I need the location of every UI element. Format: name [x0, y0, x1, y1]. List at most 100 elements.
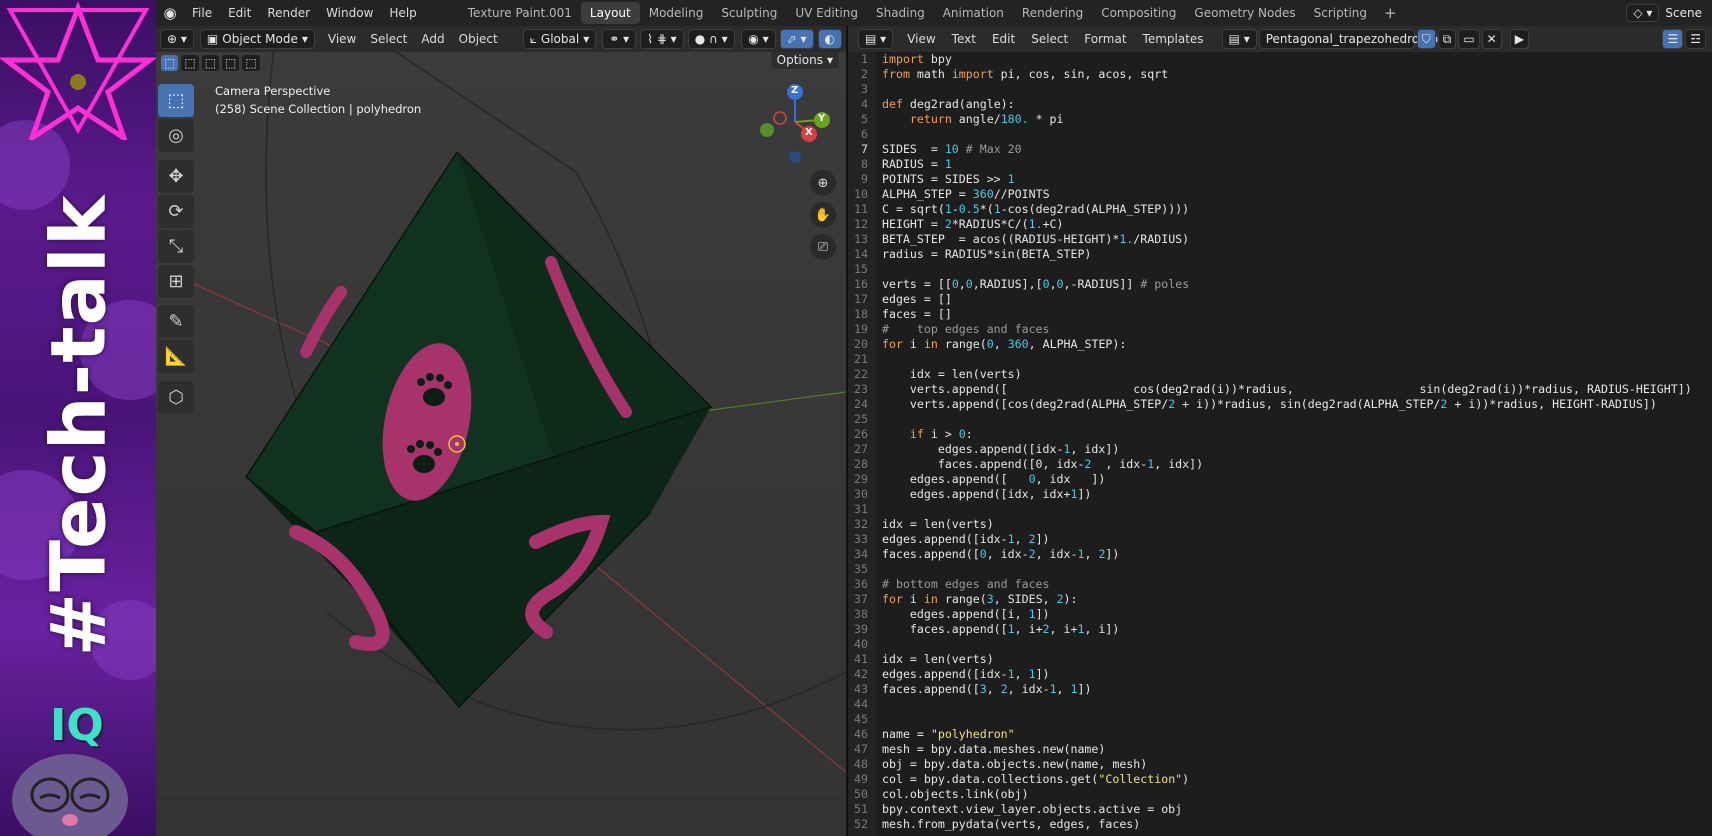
text-menu-select[interactable]: Select — [1023, 32, 1076, 46]
viewport-menu-view[interactable]: View — [321, 32, 363, 46]
visibility-dropdown[interactable]: ◉ ▾ — [741, 29, 776, 49]
text-menu-templates[interactable]: Templates — [1135, 32, 1212, 46]
text-menu-edit[interactable]: Edit — [984, 32, 1023, 46]
overlay-toggle[interactable]: ◐ — [817, 29, 842, 49]
code-line: 20 for i in range(0, 360, ALPHA_STEP): — [848, 337, 1712, 352]
text-editor[interactable]: 1 import bpy 2 from math import pi, cos, si… — [848, 52, 1712, 836]
code-token: ]) — [1077, 487, 1092, 501]
text-editor-menu: View Text Edit Select Format Templates — [899, 32, 1211, 46]
add-workspace-button[interactable]: + — [1376, 4, 1405, 22]
annotate-tool[interactable]: ✎ — [158, 305, 194, 339]
viewport-menu-object[interactable]: Object — [452, 32, 505, 46]
filename-field[interactable]: Pentagonal_trapezohedron.py — [1258, 29, 1445, 49]
add-cube-tool[interactable]: ⬡ — [158, 381, 194, 415]
unlink-text-icon[interactable]: ✕ — [1481, 29, 1502, 49]
tab-modeling[interactable]: Modeling — [640, 2, 713, 24]
zoom-icon[interactable]: ⊕ — [810, 170, 836, 196]
line-numbers-toggle[interactable]: ☰ — [1662, 29, 1684, 49]
code-token: : — [965, 427, 973, 441]
scene-selector[interactable]: ◇ ▾ Scene — [1626, 4, 1712, 22]
tab-shading[interactable]: Shading — [867, 2, 934, 24]
pivot-dropdown[interactable]: ⚭ ▾ — [602, 29, 637, 49]
code-token: edges.append([idx- — [882, 667, 1008, 681]
tab-texture-paint-001[interactable]: Texture Paint.001 — [459, 2, 581, 24]
word-wrap-toggle[interactable]: ☲ — [1685, 29, 1706, 49]
code-token: 0 — [1028, 472, 1036, 486]
new-text-icon[interactable]: ⧉ — [1437, 29, 1457, 49]
line-number: 11 — [854, 202, 868, 216]
scale-tool[interactable]: ⤡ — [158, 229, 194, 263]
transform-orientation-dropdown[interactable]: ⟀ Global ▾ — [522, 29, 597, 49]
tab-uv-editing[interactable]: UV Editing — [786, 2, 867, 24]
code-token: ]) — [1077, 682, 1092, 696]
select-new-icon[interactable]: ⬚ — [160, 54, 180, 72]
tab-animation[interactable]: Animation — [934, 2, 1013, 24]
options-dropdown[interactable]: Options ▾ — [769, 52, 840, 70]
code-token: 2 — [944, 217, 952, 231]
tab-sculpting[interactable]: Sculpting — [712, 2, 786, 24]
text-browse-dropdown[interactable]: ▤ ▾ — [1221, 29, 1257, 49]
menu-help[interactable]: Help — [381, 0, 424, 26]
code-line: 18 faces = [] — [848, 307, 1712, 322]
line-number: 9 — [861, 172, 868, 186]
line-number: 27 — [854, 442, 868, 456]
object-mode-dropdown[interactable]: ▣ Object Mode ▾ — [199, 29, 315, 49]
select-extend-icon[interactable]: ⬚ — [180, 54, 200, 72]
select-subtract-icon[interactable]: ⬚ — [200, 54, 221, 72]
line-number: 49 — [854, 772, 868, 786]
code-token: + i))*radius, HEIGHT-RADIUS]) — [1447, 397, 1657, 411]
code-token: ,RADIUS],[ — [972, 277, 1043, 291]
code-token: 1 — [1007, 532, 1015, 546]
tab-layout[interactable]: Layout — [580, 2, 640, 24]
tab-geometry-nodes[interactable]: Geometry Nodes — [1185, 2, 1304, 24]
code-line: 23 verts.append([ cos(deg2rad(i))*radius… — [848, 382, 1712, 397]
camera-view-icon[interactable]: ⎚ — [810, 234, 836, 260]
code-token: in — [923, 337, 938, 351]
open-text-icon[interactable]: ▭ — [1458, 29, 1480, 49]
measure-tool[interactable]: 📐 — [158, 340, 194, 374]
transform-tool[interactable]: ⊞ — [158, 264, 194, 298]
tab-scripting[interactable]: Scripting — [1305, 2, 1376, 24]
text-menu-format[interactable]: Format — [1076, 32, 1134, 46]
pan-hand-icon[interactable]: ✋ — [810, 202, 836, 228]
fake-user-toggle[interactable]: ⛉ — [1416, 29, 1436, 49]
proportional-edit-toggle[interactable]: ● ∩ ▾ — [687, 29, 735, 49]
text-menu-text[interactable]: Text — [944, 32, 984, 46]
select-invert-icon[interactable]: ⬚ — [221, 54, 241, 72]
blender-logo-icon[interactable]: ◉ — [156, 4, 184, 22]
chevron-down-icon: ▾ — [826, 53, 833, 67]
code-token: +C) — [1042, 217, 1064, 231]
editor-type-dropdown[interactable]: ⊕ ▾ — [160, 29, 194, 49]
code-token: , ALPHA_STEP): — [1028, 337, 1127, 351]
code-line: 25 — [848, 412, 1712, 427]
3d-viewport[interactable]: Z Y X Camera Perspective (258) Scene Col… — [156, 52, 846, 836]
line-number: 25 — [854, 412, 868, 426]
code-token: 2 — [1042, 622, 1050, 636]
snap-toggle[interactable]: ⌇ ⋕ ▾ — [640, 29, 684, 49]
menu-file[interactable]: File — [184, 0, 220, 26]
menu-edit[interactable]: Edit — [220, 0, 259, 26]
code-token: verts.append([ cos(deg2rad(i))*radius, s… — [882, 382, 1692, 396]
viewport-menu-add[interactable]: Add — [414, 32, 451, 46]
scene-icon[interactable]: ◇ ▾ — [1626, 4, 1660, 22]
code-token: 1. — [1028, 217, 1043, 231]
gizmo-toggle[interactable]: ⬀ ▾ — [779, 29, 814, 49]
move-tool[interactable]: ✥ — [158, 159, 194, 193]
select-box-tool[interactable]: ⬚ — [158, 84, 194, 117]
tab-compositing[interactable]: Compositing — [1092, 2, 1185, 24]
editor-type-dropdown[interactable]: ▤ ▾ — [858, 29, 894, 49]
rotate-tool[interactable]: ⟳ — [158, 194, 194, 228]
run-script-icon[interactable]: ▶ — [1509, 29, 1529, 49]
object-mode-icon: ▣ — [206, 32, 219, 46]
tab-rendering[interactable]: Rendering — [1013, 2, 1092, 24]
menu-window[interactable]: Window — [318, 0, 381, 26]
select-intersect-icon[interactable]: ⬚ — [241, 54, 261, 72]
chevron-down-icon: ▾ — [301, 32, 308, 46]
code-line: 46 name = "polyhedron" — [848, 727, 1712, 742]
cursor-tool[interactable]: ◎ — [158, 118, 194, 152]
blender-window: #Tech-talk IQ ◉ File Edit Render Window Help… — [0, 0, 1712, 836]
line-number: 33 — [854, 532, 868, 546]
viewport-menu-select[interactable]: Select — [363, 32, 414, 46]
text-menu-view[interactable]: View — [899, 32, 943, 46]
menu-render[interactable]: Render — [259, 0, 318, 26]
